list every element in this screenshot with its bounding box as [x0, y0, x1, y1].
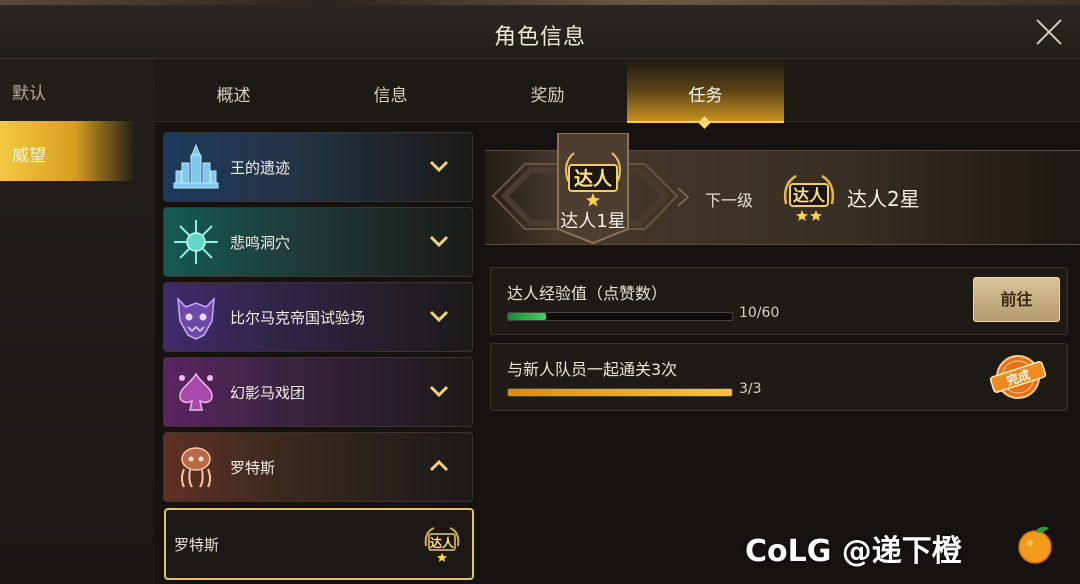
dungeon-name: 悲鸣洞穴: [230, 234, 291, 252]
demon-mask-icon: [177, 297, 215, 340]
chevron-down-icon: [429, 160, 449, 173]
next-level-label: 下一级: [705, 191, 754, 210]
quest-progress-text: 3/3: [739, 381, 762, 397]
sub-item-selected[interactable]: 罗特斯 达人: [164, 508, 474, 580]
chevron-up-icon: [429, 459, 449, 472]
tab-overview[interactable]: 概述: [155, 59, 312, 121]
chevron-down-icon: [429, 385, 449, 398]
chevron-down-icon: [429, 310, 449, 323]
tab-label: 任务: [688, 86, 723, 106]
quest-progress-text: 10/60: [739, 305, 780, 321]
dungeon-list: 王的遗迹 悲鸣洞穴 比尔马克帝国试验场 幻影马戏团 罗特斯 罗特斯 达人: [163, 132, 475, 584]
dungeon-card[interactable]: 王的遗迹: [163, 132, 473, 202]
dungeon-name: 罗特斯: [230, 459, 276, 477]
tab-label: 奖励: [530, 86, 565, 106]
active-tab-indicator: [698, 116, 711, 129]
left-nav: 默认 威望: [0, 59, 155, 584]
crystal-icon: [174, 220, 218, 264]
tab-label: 概述: [216, 86, 251, 106]
dungeon-card[interactable]: 悲鸣洞穴: [163, 207, 473, 277]
orange-icon: [1018, 526, 1052, 564]
tab-bar: 概述 信息 奖励 任务: [155, 59, 1080, 129]
quest-item: 达人经验值（点赞数） 10/60 前往: [490, 267, 1068, 335]
sub-item-name: 罗特斯: [174, 536, 220, 554]
tab-missions[interactable]: 任务: [627, 59, 784, 129]
go-button[interactable]: 前往: [973, 277, 1060, 322]
dungeon-name: 王的遗迹: [230, 159, 291, 177]
dungeon-name: 比尔马克帝国试验场: [230, 309, 366, 327]
dungeon-name: 幻影马戏团: [230, 384, 306, 402]
ruins-icon: [173, 143, 219, 189]
squid-icon: [181, 447, 211, 488]
quest-progress-fill: [508, 313, 546, 320]
arrow-right-icon: [677, 187, 690, 207]
left-nav-item-prestige[interactable]: 威望: [0, 121, 135, 181]
expert-badge-icon: 达人: [424, 527, 460, 562]
quest-progress-fill: [508, 389, 732, 396]
spade-icon: [179, 372, 213, 411]
tab-label: 信息: [373, 86, 408, 106]
expert-badge-text: 达人: [430, 535, 455, 550]
next-rank-badge-text: 达人: [793, 186, 826, 205]
dungeon-card[interactable]: 罗特斯: [163, 432, 473, 502]
next-rank-badge-icon: 达人: [783, 174, 835, 221]
dungeon-card[interactable]: 幻影马戏团: [163, 357, 473, 427]
close-icon[interactable]: [1034, 17, 1064, 47]
title-bar: 角色信息: [0, 5, 1080, 59]
watermark: CoLG @递下橙: [745, 520, 1065, 569]
tab-rewards[interactable]: 奖励: [469, 59, 626, 121]
completed-stamp-icon: 完成: [989, 355, 1047, 399]
next-rank-name: 达人2星: [847, 187, 920, 211]
current-rank-name: 达人1星: [560, 211, 626, 232]
quest-text: 达人经验值（点赞数）: [507, 284, 668, 303]
quest-item: 与新人队员一起通关3次 3/3 完成: [490, 343, 1068, 411]
current-rank-badge-text: 达人: [574, 167, 613, 190]
quest-text: 与新人队员一起通关3次: [507, 360, 678, 379]
quest-progress-bar: [507, 388, 733, 397]
watermark-text: CoLG @递下橙: [745, 534, 962, 569]
window-title: 角色信息: [493, 25, 586, 50]
left-nav-label: 威望: [12, 146, 46, 166]
tab-info[interactable]: 信息: [312, 59, 469, 121]
dungeon-card[interactable]: 比尔马克帝国试验场: [163, 282, 473, 352]
left-nav-label: 默认: [12, 84, 46, 104]
chevron-down-icon: [429, 235, 449, 248]
quest-progress-bar: [507, 312, 733, 321]
left-nav-item-default[interactable]: 默认: [0, 59, 155, 119]
